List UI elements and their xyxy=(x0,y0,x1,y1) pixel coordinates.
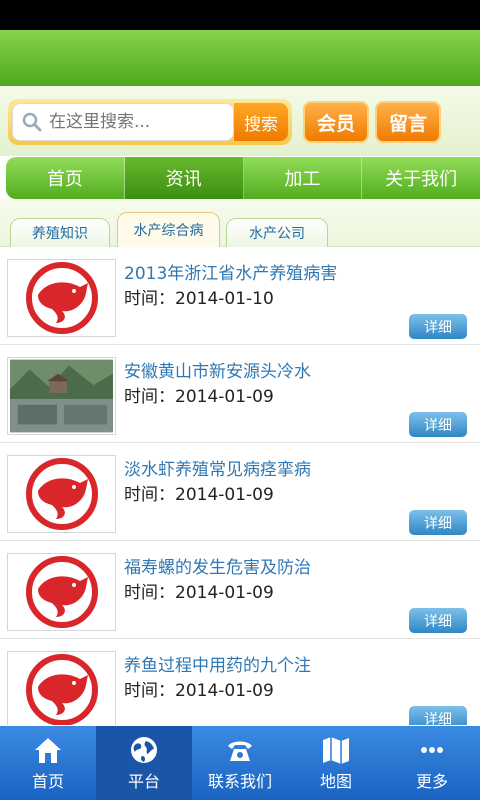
detail-button[interactable]: 详细 xyxy=(409,608,467,633)
news-time: 时间：2014-01-09 xyxy=(124,485,274,505)
news-time: 时间：2014-01-10 xyxy=(124,289,274,309)
search-button[interactable]: 搜索 xyxy=(234,103,288,141)
phone-icon xyxy=(228,741,252,761)
message-button[interactable]: 留言 xyxy=(375,101,441,143)
news-title[interactable]: 福寿螺的发生危害及防治 xyxy=(124,553,311,578)
nav-label: 平台 xyxy=(127,771,160,791)
bottom-nav-bar: 首页 平台 联系我们 地图 更多 xyxy=(0,726,480,800)
search-box: 搜索 xyxy=(8,99,292,145)
fish-logo-thumbnail xyxy=(7,455,116,533)
tab-home[interactable]: 首页 xyxy=(6,157,125,199)
nav-label: 地图 xyxy=(319,771,352,791)
news-time: 时间：2014-01-09 xyxy=(124,583,274,603)
fish-logo-icon xyxy=(25,458,98,530)
nav-more[interactable]: 更多 xyxy=(384,726,480,800)
list-item[interactable]: 福寿螺的发生危害及防治 时间：2014-01-09 详细 xyxy=(0,541,480,639)
sub-tab-aquatic-disease[interactable]: 水产综合病 xyxy=(117,212,220,247)
globe-icon xyxy=(131,736,157,763)
nav-map[interactable]: 地图 xyxy=(288,726,384,800)
news-title[interactable]: 养鱼过程中用药的九个注 xyxy=(124,651,311,676)
news-title[interactable]: 淡水虾养殖常见病痉挛病 xyxy=(124,455,311,480)
nav-platform[interactable]: 平台 xyxy=(96,726,192,800)
nav-contact-us[interactable]: 联系我们 xyxy=(192,726,288,800)
map-icon xyxy=(323,736,349,764)
member-button[interactable]: 会员 xyxy=(303,101,369,143)
news-list: 2013年浙江省水产养殖病害 时间：2014-01-10 详细 安徽黄山市新安源… xyxy=(0,247,480,725)
main-tab-bar: 首页 资讯 加工 关于我们 xyxy=(6,157,480,199)
app-header-bar xyxy=(0,30,480,86)
news-title[interactable]: 2013年浙江省水产养殖病害 xyxy=(124,259,337,284)
nav-label: 首页 xyxy=(31,771,64,791)
tab-processing[interactable]: 加工 xyxy=(244,157,363,199)
nav-label: 更多 xyxy=(415,771,448,791)
list-item[interactable]: 淡水虾养殖常见病痉挛病 时间：2014-01-09 详细 xyxy=(0,443,480,541)
tab-news[interactable]: 资讯 xyxy=(124,157,244,199)
detail-button[interactable]: 详细 xyxy=(409,412,467,437)
nav-label: 联系我们 xyxy=(207,771,272,791)
list-item[interactable]: 2013年浙江省水产养殖病害 时间：2014-01-10 详细 xyxy=(0,247,480,345)
tab-about-us[interactable]: 关于我们 xyxy=(362,157,480,199)
search-input[interactable] xyxy=(49,112,219,132)
landscape-photo-icon xyxy=(10,359,113,433)
fish-logo-thumbnail xyxy=(7,553,116,631)
news-time: 时间：2014-01-09 xyxy=(124,387,274,407)
status-bar xyxy=(0,0,480,30)
fish-logo-icon xyxy=(25,262,98,334)
detail-button[interactable]: 详细 xyxy=(409,510,467,535)
news-title[interactable]: 安徽黄山市新安源头冷水 xyxy=(124,357,311,382)
sub-tab-breeding-knowledge[interactable]: 养殖知识 xyxy=(10,218,110,247)
news-time: 时间：2014-01-09 xyxy=(124,681,274,701)
fish-logo-thumbnail xyxy=(7,259,116,337)
fish-logo-icon xyxy=(25,556,98,628)
sub-tab-aquatic-company[interactable]: 水产公司 xyxy=(226,218,328,247)
detail-button[interactable]: 详细 xyxy=(409,706,467,725)
photo-thumbnail xyxy=(7,357,116,435)
nav-home[interactable]: 首页 xyxy=(0,726,96,800)
list-item[interactable]: 养鱼过程中用药的九个注 时间：2014-01-09 详细 xyxy=(0,639,480,725)
home-icon xyxy=(35,737,61,763)
more-icon xyxy=(421,746,443,753)
search-input-wrap[interactable] xyxy=(12,103,234,141)
fish-logo-thumbnail xyxy=(7,651,116,725)
detail-button[interactable]: 详细 xyxy=(409,314,467,339)
search-icon xyxy=(21,111,43,133)
fish-logo-icon xyxy=(25,654,98,725)
list-item[interactable]: 安徽黄山市新安源头冷水 时间：2014-01-09 详细 xyxy=(0,345,480,443)
